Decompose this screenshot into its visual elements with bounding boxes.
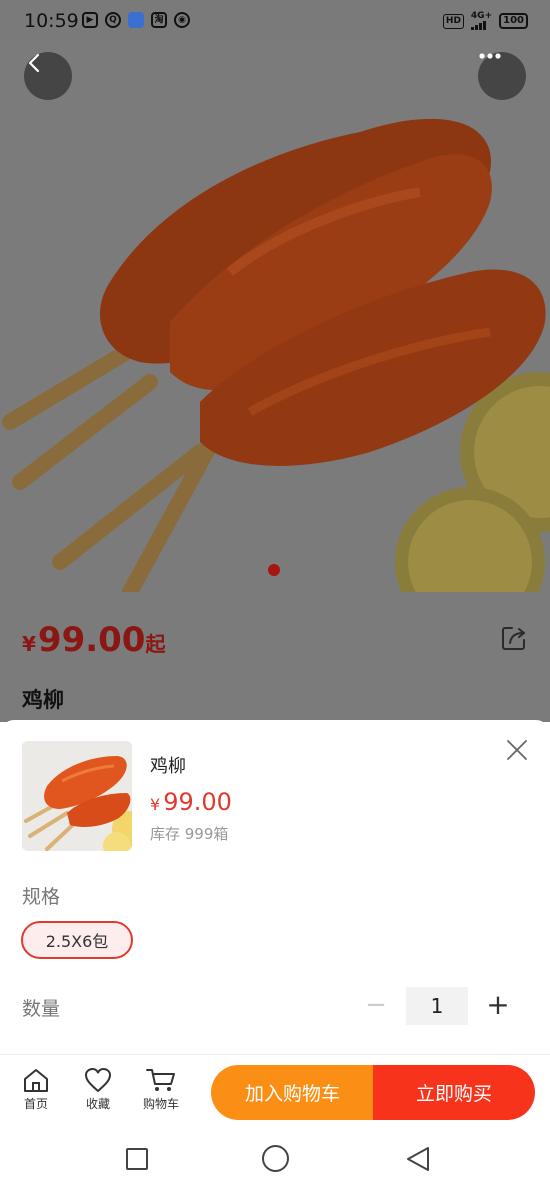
quantity-decrease-button[interactable]: −	[364, 990, 388, 1020]
sheet-price-value: 99.00	[163, 788, 232, 816]
spec-label: 规格	[22, 886, 61, 908]
chicken-thumbnail-image	[22, 741, 132, 851]
more-button[interactable]	[478, 52, 526, 100]
chevron-left-icon	[28, 53, 40, 73]
hd-badge: HD	[442, 13, 464, 29]
back-button[interactable]	[24, 52, 72, 100]
share-button[interactable]	[500, 624, 528, 656]
bilibili-icon	[128, 12, 144, 28]
quantity-label: 数量	[22, 998, 61, 1020]
heart-icon	[85, 1068, 111, 1092]
network-label: 4G+	[470, 11, 493, 21]
status-time: 10:59	[24, 10, 79, 32]
home-icon	[24, 1069, 48, 1092]
sheet-product-name: 鸡柳	[150, 756, 186, 777]
spec-sheet: 鸡柳 ¥ 99.00 库存 999箱 规格 2.5X6包 数量 − 1 +	[0, 720, 550, 1055]
network-indicator: 4G+	[470, 11, 493, 30]
notification-icons: ▶ Q 淘 ◉	[82, 12, 190, 28]
product-price: ¥ 99.00 起	[22, 620, 165, 660]
product-image[interactable]	[0, 42, 550, 592]
home-system-button[interactable]	[262, 1145, 289, 1172]
close-icon	[507, 740, 527, 760]
add-to-cart-button[interactable]: 加入购物车	[211, 1065, 374, 1120]
price-currency: ¥	[22, 632, 36, 656]
cart-icon	[146, 1069, 175, 1091]
price-suffix: 起	[145, 632, 166, 656]
favorite-label: 收藏	[85, 1097, 110, 1111]
signal-icon	[470, 21, 486, 30]
carousel-indicator[interactable]	[268, 564, 280, 576]
back-triangle-icon[interactable]	[405, 1145, 431, 1173]
price-value: 99.00	[37, 620, 146, 660]
share-icon	[502, 627, 525, 650]
sheet-price: ¥ 99.00	[150, 788, 232, 816]
play-icon: ▶	[82, 12, 98, 28]
stock-text: 库存 999箱	[150, 825, 229, 843]
home-nav-button[interactable]: 首页	[8, 1067, 64, 1112]
more-dots-icon	[479, 53, 501, 59]
battery-icon: 100	[499, 13, 528, 29]
product-title: 鸡柳	[22, 688, 64, 712]
sheet-thumbnail	[22, 741, 132, 851]
bot-icon: ◉	[174, 12, 190, 28]
action-bar: 首页 收藏 购物车 加入购物车 立即购买	[0, 1054, 550, 1126]
close-button[interactable]	[504, 737, 530, 763]
product-info: ¥ 99.00 起 鸡柳	[0, 592, 550, 722]
home-label: 首页	[23, 1097, 48, 1111]
chicken-skewers-image	[0, 42, 550, 592]
system-nav-bar	[0, 1126, 550, 1191]
taobao-icon: 淘	[151, 12, 167, 28]
cart-label: 购物车	[142, 1097, 179, 1111]
favorite-nav-button[interactable]: 收藏	[70, 1067, 126, 1112]
recent-apps-button[interactable]	[126, 1148, 148, 1170]
spec-option[interactable]: 2.5X6包	[21, 921, 133, 959]
buy-now-button[interactable]: 立即购买	[373, 1065, 535, 1120]
status-right: HD 4G+ 100	[442, 11, 528, 30]
status-bar: 10:59 ▶ Q 淘 ◉ HD 4G+ 100	[0, 0, 550, 42]
q-icon: Q	[105, 12, 121, 28]
sheet-price-currency: ¥	[150, 795, 161, 814]
cart-nav-button[interactable]: 购物车	[133, 1067, 189, 1112]
quantity-input[interactable]: 1	[406, 987, 468, 1025]
quantity-increase-button[interactable]: +	[484, 988, 512, 1022]
